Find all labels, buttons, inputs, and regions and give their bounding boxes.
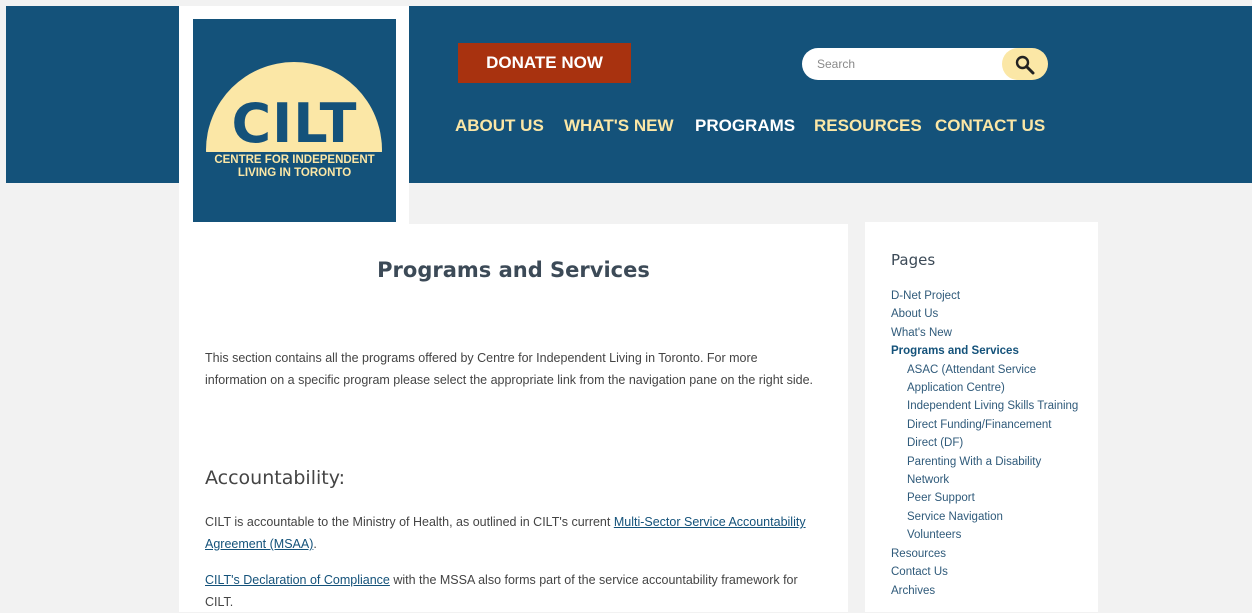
- intro-paragraph: This section contains all the programs o…: [205, 351, 813, 387]
- sidebar-page-list: D-Net Project About Us What's New Progra…: [891, 287, 1081, 600]
- sidebar-item-whats-new[interactable]: What's New: [891, 324, 1081, 342]
- nav-about-us[interactable]: ABOUT US: [455, 116, 544, 138]
- search-input[interactable]: [802, 48, 1018, 80]
- nav-resources[interactable]: RESOURCES: [814, 116, 922, 138]
- declaration-of-compliance-link[interactable]: CILT's Declaration of Compliance: [205, 573, 390, 587]
- logo-tagline: CENTRE FOR INDEPENDENT LIVING IN TORONTO: [193, 154, 396, 180]
- sidebar-item-about-us[interactable]: About Us: [891, 305, 1081, 323]
- accountability-heading: Accountability:: [205, 467, 345, 489]
- accountability-paragraph: CILT is accountable to the Ministry of H…: [205, 511, 815, 555]
- sidebar-subitem-asac[interactable]: ASAC (Attendant Service Application Cent…: [891, 361, 1081, 398]
- accountability-period: .: [313, 537, 317, 551]
- sidebar-subitem-parenting-network[interactable]: Parenting With a Disability Network: [891, 453, 1081, 490]
- nav-programs[interactable]: PROGRAMS: [695, 116, 795, 138]
- donate-button[interactable]: DONATE NOW: [458, 43, 631, 83]
- logo-tagline-line1: CENTRE FOR INDEPENDENT: [214, 154, 375, 166]
- sidebar-subitem-peer-support[interactable]: Peer Support: [891, 489, 1081, 507]
- page-title: Programs and Services: [377, 258, 650, 282]
- sidebar-subitem-direct-funding[interactable]: Direct Funding/Financement Direct (DF): [891, 416, 1081, 453]
- logo-tagline-line2: LIVING IN TORONTO: [237, 167, 352, 179]
- logo-word: CILT: [231, 92, 358, 155]
- sidebar-item-resources[interactable]: Resources: [891, 545, 1081, 563]
- sidebar-item-programs-and-services[interactable]: Programs and Services: [891, 342, 1081, 360]
- sidebar-title: Pages: [891, 251, 936, 269]
- search-box: [802, 48, 1048, 80]
- sidebar-subitem-service-navigation[interactable]: Service Navigation: [891, 508, 1081, 526]
- sidebar-item-archives[interactable]: Archives: [891, 582, 1081, 600]
- sidebar-item-contact-us[interactable]: Contact Us: [891, 563, 1081, 581]
- search-button[interactable]: [1002, 48, 1048, 80]
- sidebar-item-dnet-project[interactable]: D-Net Project: [891, 287, 1081, 305]
- accountability-text: CILT is accountable to the Ministry of H…: [205, 515, 614, 529]
- nav-whats-new[interactable]: WHAT'S NEW: [564, 116, 674, 138]
- nav-contact-us[interactable]: CONTACT US: [935, 116, 1045, 138]
- cilt-logo[interactable]: CILT CENTRE FOR INDEPENDENT LIVING IN TO…: [193, 19, 396, 222]
- search-icon: [1015, 55, 1035, 75]
- sidebar-subitem-volunteers[interactable]: Volunteers: [891, 526, 1081, 544]
- compliance-paragraph: CILT's Declaration of Compliance with th…: [205, 569, 815, 613]
- sidebar-subitem-independent-living-skills[interactable]: Independent Living Skills Training: [891, 397, 1081, 415]
